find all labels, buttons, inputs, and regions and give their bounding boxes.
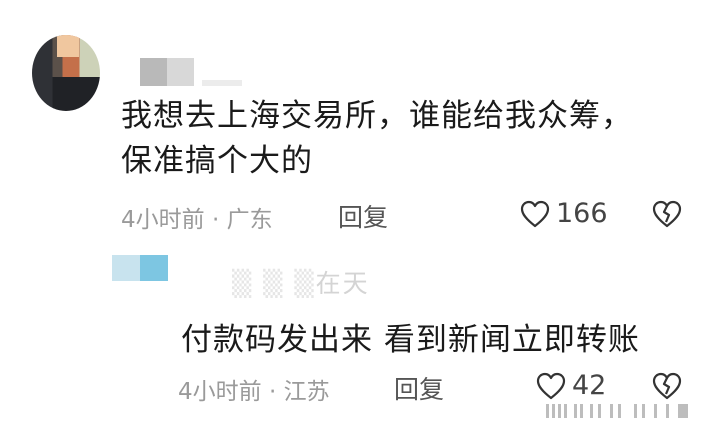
commenter-name-blurred[interactable]: [140, 58, 242, 86]
reply-avatar-blurred-part: [140, 255, 168, 281]
avatar-caption-icon: [42, 85, 92, 99]
avatar[interactable]: [32, 35, 100, 111]
reply-button[interactable]: 回复: [338, 198, 388, 234]
reply-location: 江苏: [283, 379, 330, 405]
meta-separator: ·: [268, 379, 284, 405]
like-count: 166: [556, 198, 608, 229]
reply-time: 4小时前: [178, 379, 262, 405]
reply-username-visible: 在天: [315, 269, 370, 298]
comment-text: 我想去上海交易所，谁能给我众筹， 保准搞个大的: [121, 94, 681, 184]
comment-location: 广东: [226, 207, 273, 233]
reply-meta: 4小时前 · 江苏: [178, 372, 330, 406]
reply-like-count: 42: [572, 370, 607, 401]
comment-text-line2: 保准搞个大的: [121, 143, 313, 179]
heart-outline-icon[interactable]: [536, 372, 566, 400]
comment-text-line1: 我想去上海交易所，谁能给我众筹，: [121, 98, 633, 134]
heart-outline-icon[interactable]: [520, 200, 550, 228]
watermark-icon: [544, 398, 694, 422]
reply-text: 付款码发出来 看到新闻立即转账: [181, 322, 640, 358]
broken-heart-icon[interactable]: [651, 372, 683, 400]
broken-heart-icon[interactable]: [651, 200, 683, 228]
reply-reply-button[interactable]: 回复: [394, 370, 444, 406]
meta-separator: ·: [211, 207, 227, 233]
comment-meta: 4小时前 · 广东: [121, 200, 273, 234]
comment-time: 4小时前: [121, 207, 205, 233]
reply-username[interactable]: ▒ ▒ ▒在天: [232, 264, 370, 300]
